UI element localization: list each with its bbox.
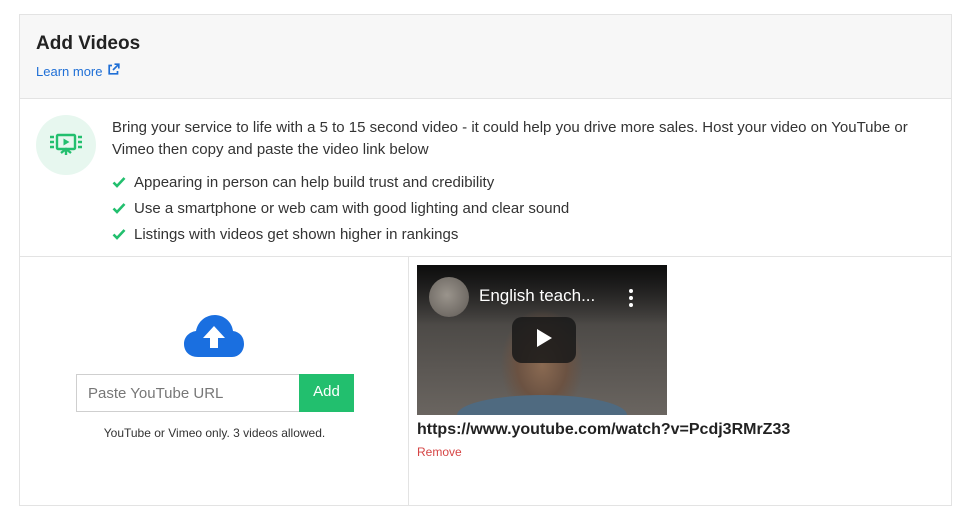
bullet-text: Use a smartphone or web cam with good li… [134,199,570,217]
video-thumbnail[interactable]: English teach... [417,265,667,415]
youtube-url-input[interactable] [76,374,299,412]
info-section: Bring your service to life with a 5 to 1… [20,99,951,257]
list-item: Appearing in person can help build trust… [112,169,569,195]
page-title: Add Videos [36,33,141,54]
video-card: English teach... https://www.youtube.com… [417,265,790,459]
learn-more-link[interactable]: Learn more [36,63,121,79]
play-icon [535,328,553,353]
add-videos-panel: Add Videos Learn more Bring your service… [19,14,952,506]
video-url: https://www.youtube.com/watch?v=Pcdj3RMr… [417,421,791,438]
external-link-icon [107,63,121,79]
benefits-list: Appearing in person can help build trust… [112,169,569,247]
play-button[interactable] [512,317,576,363]
info-intro: Bring your service to life with a 5 to 1… [112,119,908,158]
channel-avatar[interactable] [429,277,469,317]
video-title[interactable]: English teach... [479,286,595,306]
panel-header: Add Videos Learn more [20,15,951,99]
add-button[interactable]: Add [299,374,354,412]
remove-video-link[interactable]: Remove [417,445,462,459]
video-uploader: Add YouTube or Vimeo only. 3 videos allo… [20,257,409,505]
check-icon [112,228,126,240]
list-item: Use a smartphone or web cam with good li… [112,195,569,221]
list-item: Listings with videos get shown higher in… [112,221,569,247]
check-icon [112,176,126,188]
upload-hint: YouTube or Vimeo only. 3 videos allowed. [103,426,326,440]
video-presentation-icon [36,115,96,175]
more-options-icon[interactable] [629,289,635,307]
thumbnail-figure [457,395,627,415]
cloud-upload-icon [182,313,246,364]
check-icon [112,202,126,214]
learn-more-label: Learn more [36,63,103,79]
bullet-text: Appearing in person can help build trust… [134,173,495,191]
bullet-text: Listings with videos get shown higher in… [134,225,459,243]
